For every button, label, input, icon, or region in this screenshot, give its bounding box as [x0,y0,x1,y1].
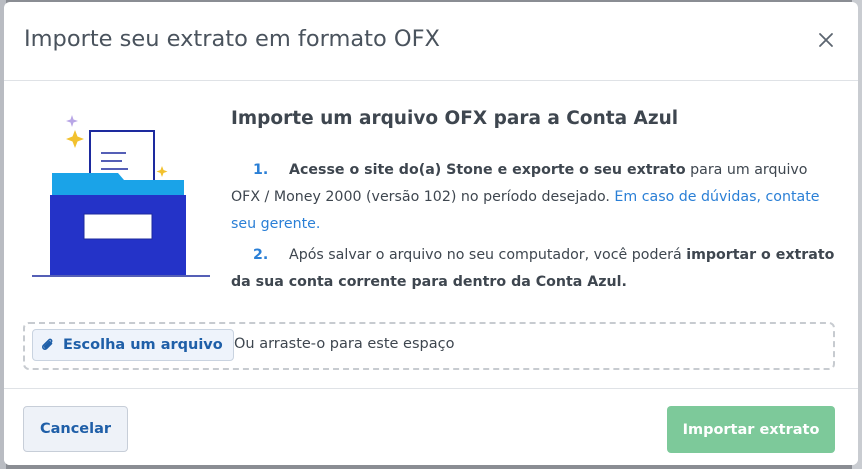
close-icon [819,33,833,47]
file-dropzone[interactable]: Escolha um arquivo Ou arraste-o para est… [23,322,835,370]
import-ofx-modal: Importe seu extrato em formato OFX Impor… [4,2,858,465]
paperclip-icon [42,338,53,350]
content-title: Importe um arquivo OFX para a Conta Azul [231,108,679,129]
step-number: 2. [253,247,269,263]
close-button[interactable] [816,30,836,50]
folder-illustration [26,111,216,281]
instruction-step-1: 1. Acesse o site do(a) Stone e exporte o … [231,157,836,238]
modal-header: Importe seu extrato em formato OFX [4,2,858,81]
dropzone-hint: Ou arraste-o para este espaço [234,336,455,352]
modal-body: Importe um arquivo OFX para a Conta Azul… [4,81,858,388]
modal-footer: Cancelar Importar extrato [4,388,858,465]
modal-title: Importe seu extrato em formato OFX [24,26,440,52]
step-text: Após salvar o arquivo no seu computador,… [289,247,687,263]
choose-file-button[interactable]: Escolha um arquivo [32,329,234,361]
import-statement-button[interactable]: Importar extrato [667,406,835,453]
folder-icon [32,115,210,277]
choose-file-label: Escolha um arquivo [63,337,223,353]
step-number: 1. [253,162,269,178]
instruction-step-2: 2. Após salvar o arquivo no seu computado… [231,242,836,296]
step-bold-text: Acesse o site do(a) Stone e exporte o se… [289,162,686,178]
cancel-button[interactable]: Cancelar [23,406,128,452]
